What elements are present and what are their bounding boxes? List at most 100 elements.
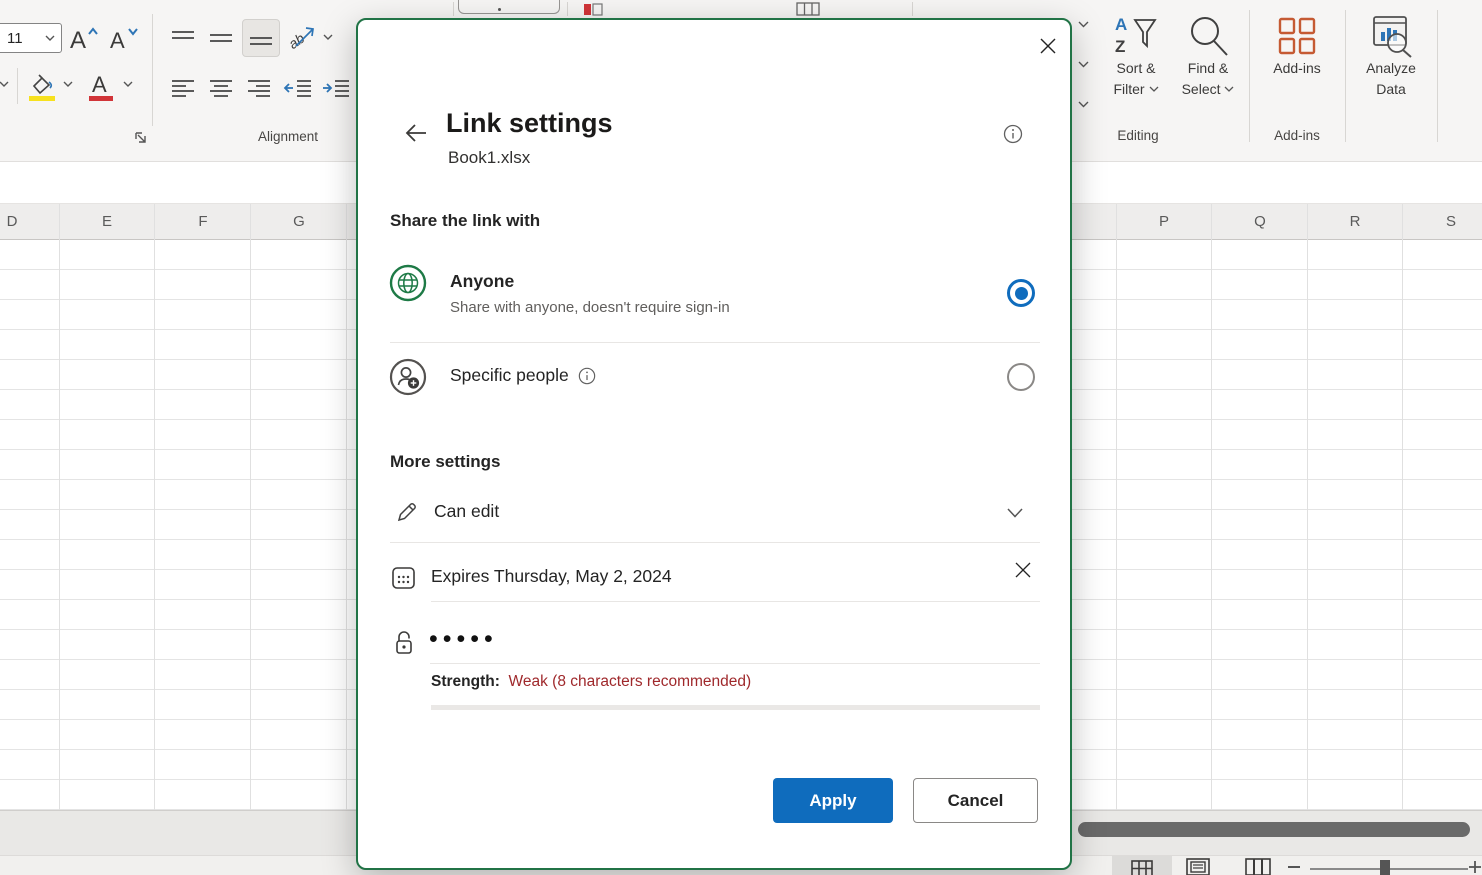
column-header[interactable]: S	[1431, 204, 1471, 240]
chevron-down-icon[interactable]	[62, 80, 74, 89]
password-strength: Strength: Weak (8 characters recommended…	[431, 673, 751, 691]
anyone-radio[interactable]	[1007, 279, 1035, 307]
chevron-down-icon	[1149, 86, 1159, 93]
conditional-formatting-icon[interactable]	[583, 3, 603, 16]
addins-group-label: Add-ins	[1261, 128, 1333, 143]
column-header[interactable]: D	[0, 204, 32, 240]
middle-align-icon	[208, 26, 234, 50]
anyone-title: Anyone	[450, 271, 514, 292]
close-icon[interactable]	[1038, 36, 1058, 56]
option-anyone[interactable]: Anyone Share with anyone, doesn't requir…	[358, 258, 1070, 342]
orientation-button[interactable]: ab	[286, 22, 318, 52]
column-header[interactable]: F	[183, 204, 223, 240]
expiration-row[interactable]: Expires Thursday, May 2, 2024	[358, 556, 1070, 606]
increase-font-size-button[interactable]: A	[66, 22, 102, 56]
decrease-indent-button[interactable]	[282, 74, 314, 102]
column-header[interactable]: E	[87, 204, 127, 240]
chevron-down-icon[interactable]	[1077, 60, 1090, 69]
font-size-combobox[interactable]: 11	[0, 23, 62, 53]
zoom-in-button[interactable]	[1468, 860, 1482, 874]
number-format-combobox[interactable]	[458, 0, 560, 14]
zoom-out-button[interactable]	[1288, 866, 1300, 868]
info-icon[interactable]	[1003, 124, 1023, 144]
find-select-button[interactable]: Find & Select	[1172, 10, 1244, 100]
page-layout-view-button[interactable]	[1184, 858, 1212, 875]
search-icon	[1185, 14, 1231, 58]
zoom-slider-handle[interactable]	[1380, 860, 1390, 875]
sort-filter-button[interactable]: A Z Sort & Filter	[1100, 10, 1172, 100]
dialog-launcher-icon	[133, 130, 148, 145]
globe-icon	[389, 264, 427, 302]
analyze-data-icon	[1368, 14, 1414, 58]
middle-align-button[interactable]	[206, 24, 236, 52]
column-header[interactable]: Q	[1240, 204, 1280, 240]
align-left-button[interactable]	[168, 74, 198, 102]
increase-indent-button[interactable]	[320, 74, 352, 102]
orientation-icon: ab	[286, 22, 318, 52]
calendar-icon	[391, 565, 416, 590]
cancel-button[interactable]: Cancel	[913, 778, 1038, 823]
alignment-dialog-launcher-button[interactable]	[131, 128, 149, 146]
strength-label: Strength:	[431, 673, 500, 690]
align-right-button[interactable]	[244, 74, 274, 102]
column-header[interactable]: R	[1335, 204, 1375, 240]
permission-dropdown[interactable]: Can edit	[358, 490, 1070, 542]
permission-value: Can edit	[434, 501, 499, 522]
addins-icon	[1275, 14, 1319, 58]
font-color-icon: A	[86, 70, 116, 102]
analyze-data-button[interactable]: Analyze Data	[1355, 10, 1427, 100]
bottom-align-icon	[248, 26, 274, 50]
chevron-down-icon[interactable]	[1077, 100, 1090, 109]
alignment-group-label: Alignment	[230, 129, 346, 144]
chevron-down-icon[interactable]	[0, 80, 10, 89]
align-center-icon	[208, 76, 234, 100]
fill-color-button[interactable]	[22, 68, 60, 104]
svg-text:Z: Z	[1115, 37, 1125, 56]
sort-filter-icon: A Z	[1113, 14, 1159, 58]
pencil-icon	[395, 500, 419, 524]
bottom-align-button[interactable]	[242, 19, 280, 57]
anyone-subtitle: Share with anyone, doesn't require sign-…	[450, 299, 730, 316]
info-icon[interactable]	[578, 367, 596, 385]
svg-text:A: A	[70, 27, 86, 52]
align-left-icon	[170, 76, 196, 100]
chevron-down-icon[interactable]	[1077, 20, 1090, 29]
top-align-button[interactable]	[168, 24, 198, 52]
chevron-down-icon	[1006, 507, 1024, 519]
svg-text:A: A	[110, 28, 125, 52]
clear-expiration-icon[interactable]	[1013, 560, 1033, 580]
chevron-down-icon[interactable]	[122, 80, 134, 89]
link-settings-dialog: Link settings Book1.xlsx Share the link …	[356, 18, 1072, 870]
chevron-down-icon[interactable]	[44, 34, 56, 42]
ellipsis-dot	[498, 8, 501, 11]
fill-color-icon	[25, 70, 57, 102]
chevron-down-icon[interactable]	[322, 33, 334, 42]
password-input[interactable]: •••••	[429, 625, 498, 654]
page-break-preview-button[interactable]	[1244, 858, 1272, 875]
addins-button[interactable]: Add-ins	[1261, 10, 1333, 79]
page-break-preview-icon	[1245, 858, 1271, 875]
back-arrow-icon[interactable]	[403, 121, 429, 145]
more-settings-label: More settings	[390, 452, 501, 472]
apply-button[interactable]: Apply	[773, 778, 893, 823]
lock-icon	[394, 630, 414, 656]
normal-view-button[interactable]	[1112, 856, 1172, 875]
align-center-button[interactable]	[206, 74, 236, 102]
person-add-icon	[389, 358, 427, 396]
column-header[interactable]: G	[279, 204, 319, 240]
align-right-icon	[246, 76, 272, 100]
specific-people-radio[interactable]	[1007, 363, 1035, 391]
horizontal-scrollbar[interactable]	[1078, 822, 1470, 837]
strength-value: Weak (8 characters recommended)	[504, 673, 751, 690]
font-color-button[interactable]: A	[84, 68, 118, 104]
excel-window: 11 A A	[0, 0, 1482, 875]
normal-view-icon	[1131, 860, 1153, 875]
decrease-indent-icon	[283, 76, 313, 100]
password-row[interactable]: •••••	[358, 620, 1070, 666]
page-layout-view-icon	[1186, 858, 1210, 875]
option-specific-people[interactable]: Specific people	[358, 352, 1070, 408]
decrease-font-size-button[interactable]: A	[106, 22, 142, 56]
expiration-value: Expires Thursday, May 2, 2024	[431, 566, 672, 587]
column-header[interactable]: P	[1144, 204, 1184, 240]
format-as-table-icon[interactable]	[796, 2, 820, 16]
